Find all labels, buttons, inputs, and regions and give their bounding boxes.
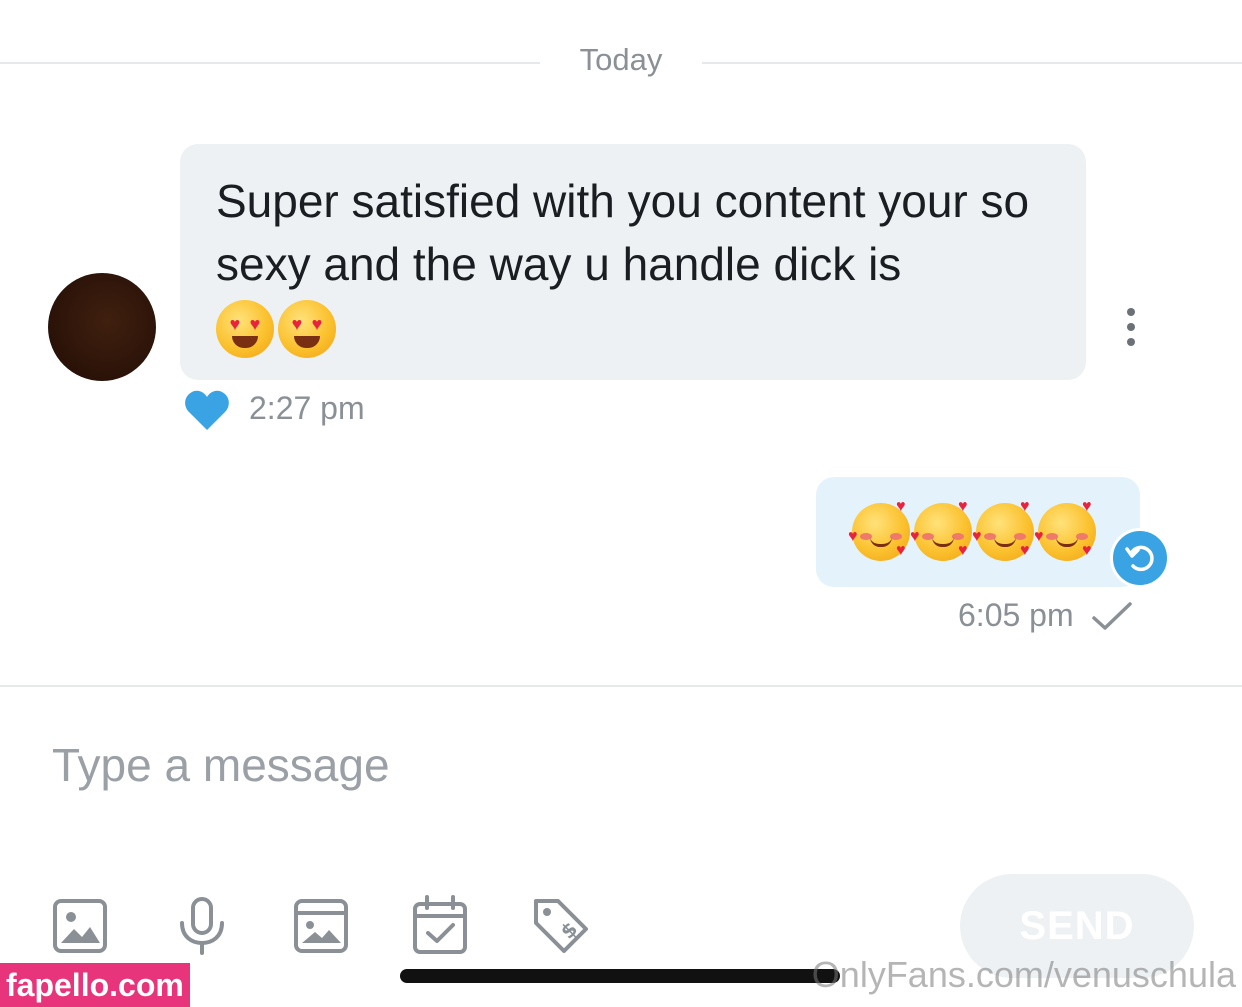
- image-icon[interactable]: [50, 895, 110, 957]
- incoming-message-time: 2:27 pm: [249, 390, 365, 426]
- outgoing-message-time: 6:05 pm: [958, 597, 1074, 633]
- watermark-left: fapello.com: [0, 963, 190, 1007]
- home-indicator: [400, 969, 840, 983]
- microphone-icon[interactable]: [172, 895, 232, 957]
- smiling-face-with-hearts-emoji: ♥ ♥ ♥: [848, 499, 910, 561]
- gallery-icon[interactable]: [291, 895, 351, 957]
- incoming-message-text: Super satisfied with you content your so…: [216, 175, 1030, 290]
- undo-send-button[interactable]: [1110, 528, 1170, 588]
- calendar-check-icon[interactable]: [410, 895, 470, 957]
- price-tag-icon[interactable]: $: [530, 895, 590, 957]
- message-input[interactable]: [52, 730, 952, 800]
- sent-check-icon: [1092, 602, 1132, 630]
- outgoing-emoji-row: ♥ ♥ ♥ ♥ ♥ ♥ ♥ ♥ ♥ ♥ ♥ ♥: [848, 499, 1140, 561]
- heart-eyes-emoji: ♥ ♥: [216, 300, 274, 358]
- smiling-face-with-hearts-emoji: ♥ ♥ ♥: [1034, 499, 1096, 561]
- date-divider-line-right: [702, 62, 1242, 64]
- undo-icon: [1125, 545, 1154, 572]
- composer-divider: [0, 685, 1242, 687]
- sender-avatar[interactable]: [48, 273, 156, 381]
- smiling-face-with-hearts-emoji: ♥ ♥ ♥: [910, 499, 972, 561]
- incoming-emoji-row: ♥ ♥ ♥ ♥: [216, 300, 1050, 358]
- outgoing-message-bubble[interactable]: ♥ ♥ ♥ ♥ ♥ ♥ ♥ ♥ ♥ ♥ ♥ ♥: [816, 477, 1140, 587]
- heart-eyes-emoji: ♥ ♥: [278, 300, 336, 358]
- smiling-face-with-hearts-emoji: ♥ ♥ ♥: [972, 499, 1034, 561]
- incoming-message-bubble[interactable]: Super satisfied with you content your so…: [180, 144, 1086, 380]
- liked-heart-icon[interactable]: [183, 388, 231, 432]
- watermark-right: OnlyFans.com/venuschula: [811, 954, 1236, 995]
- date-divider-label: Today: [579, 42, 663, 77]
- message-more-options-icon[interactable]: [1122, 308, 1140, 346]
